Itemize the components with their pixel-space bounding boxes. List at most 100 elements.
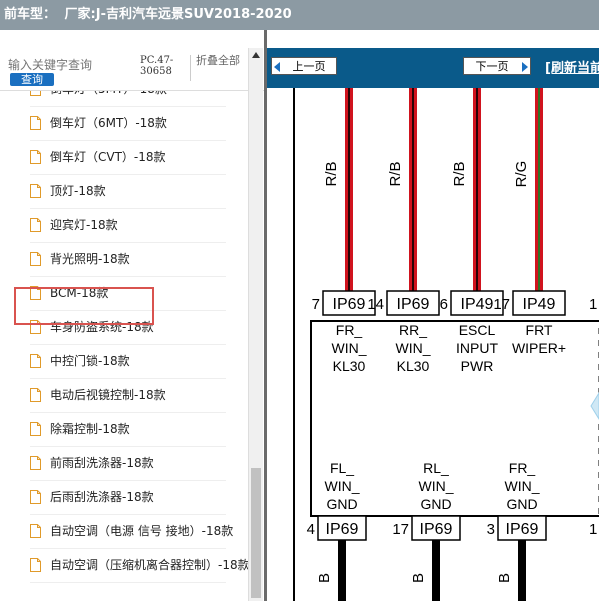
document-icon (30, 490, 41, 504)
next-page-label: 下一页 (475, 60, 509, 73)
signal-label: GND (420, 496, 451, 512)
tree-item-label: 倒车灯（6MT）-18款 (50, 116, 167, 130)
wire-color-code: R/G (513, 161, 530, 188)
left-panel: 查询 PC.47-30658 折叠全部 倒车灯（5MT）-18款倒车灯（6MT）… (0, 30, 264, 601)
tree-item-label: 倒车灯（5MT）-18款 (50, 91, 167, 106)
next-page-button[interactable]: 下一页 (463, 57, 531, 75)
title-bar: 前车型： 厂家:J-吉利汽车远景SUV2018-2020 (0, 0, 599, 30)
tree-item-label: 倒车灯（CVT）-18款 (50, 150, 166, 164)
wire (518, 540, 526, 601)
pin-number: 17 (493, 296, 510, 313)
tree-item[interactable]: 自动空调（电源 信号 接地）-18款 (30, 514, 248, 548)
search-input[interactable] (8, 57, 134, 73)
wire-stripe (538, 88, 540, 291)
document-icon (30, 252, 41, 266)
connector-id: IP69 (506, 521, 539, 538)
signal-label: FL_ (330, 460, 354, 476)
wire (432, 540, 440, 601)
document-icon (30, 456, 41, 470)
document-icon (30, 354, 41, 368)
scroll-up-arrow-icon[interactable] (252, 52, 260, 58)
left-scrollbar[interactable] (248, 48, 263, 601)
document-icon (30, 422, 41, 436)
tree-item[interactable]: 倒车灯（5MT）-18款 (30, 91, 248, 106)
tree-item-label: 中控门锁-18款 (50, 354, 130, 368)
document-icon (30, 558, 41, 572)
refresh-link[interactable]: [刷新当前 (545, 57, 599, 76)
signal-label: PWR (461, 358, 494, 374)
tree-item-label: 电动后视镜控制-18款 (50, 388, 166, 402)
signal-label: FR_ (336, 322, 363, 338)
tree-item[interactable]: 电动后视镜控制-18款 (30, 378, 248, 412)
tree-item[interactable]: 倒车灯（CVT）-18款 (30, 140, 248, 174)
pin-number: 14 (367, 296, 384, 313)
tree-divider (30, 582, 226, 583)
tree-item[interactable]: 倒车灯（6MT）-18款 (30, 106, 248, 140)
signal-label: INPUT (456, 340, 498, 356)
signal-label: WIN_ (325, 478, 360, 494)
tree-item[interactable]: 背光照明-18款 (30, 242, 248, 276)
tree-item[interactable]: 中控门锁-18款 (30, 344, 248, 378)
collapse-all-button[interactable]: 折叠全部 (196, 55, 240, 67)
document-icon (30, 150, 41, 164)
selected-item-highlight (14, 287, 154, 325)
pin-number: 7 (312, 296, 320, 313)
tree-item-label: 背光照明-18款 (50, 252, 130, 266)
document-icon (30, 388, 41, 402)
document-icon (30, 218, 41, 232)
tree-item[interactable]: 顶灯-18款 (30, 174, 248, 208)
pc-code: PC.47-30658 (140, 55, 174, 77)
pin-number: 1 (589, 521, 597, 538)
signal-label: WIN_ (419, 478, 454, 494)
connector-id: IP69 (333, 296, 366, 313)
signal-label: FRT (526, 322, 553, 338)
pin-number: 4 (307, 521, 315, 538)
prev-page-button[interactable]: 上一页 (271, 57, 337, 75)
decor-shape (590, 392, 599, 420)
tree-item-label: 自动空调（电源 信号 接地）-18款 (50, 524, 234, 538)
tree-item[interactable]: 迎宾灯-18款 (30, 208, 248, 242)
pin-number: 17 (392, 521, 409, 538)
left-arrow-icon (274, 62, 280, 72)
search-area: 查询 PC.47-30658 折叠全部 (0, 30, 264, 91)
prev-page-label: 上一页 (292, 60, 326, 73)
circuit-tree: 倒车灯（5MT）-18款倒车灯（6MT）-18款倒车灯（CVT）-18款顶灯-1… (0, 91, 248, 601)
separator (190, 55, 191, 81)
connector-id: IP49 (523, 296, 556, 313)
tree-item-label: 前雨刮洗涤器-18款 (50, 456, 154, 470)
signal-label: WIPER+ (512, 340, 566, 356)
pin-number: 3 (487, 521, 495, 538)
wire-color-code: B (496, 573, 513, 583)
signal-label: GND (326, 496, 357, 512)
wire-color-code: B (410, 573, 427, 583)
wiring-diagram[interactable]: R/B IP69 7 FR_ WIN_ KL30 R/B IP69 14 RR_ WIN_ KL30 R… (267, 88, 599, 601)
wire-color-code: R/B (451, 161, 468, 186)
document-icon (30, 91, 41, 96)
document-icon (30, 184, 41, 198)
connector-id: IP69 (397, 296, 430, 313)
wiring-diagram-svg: R/BIP697FR_WIN_KL30R/BIP6914RR_WIN_KL30R… (293, 88, 599, 601)
connector-id: IP69 (420, 521, 453, 538)
tree-item[interactable]: 前雨刮洗涤器-18款 (30, 446, 248, 480)
document-icon (30, 116, 41, 130)
tree-item-label: 迎宾灯-18款 (50, 218, 118, 232)
search-button[interactable]: 查询 (10, 73, 54, 86)
vehicle-prefix: 前车型： (4, 7, 57, 22)
pin-number: 1 (589, 296, 597, 313)
page-nav-bar: 上一页 下一页 [刷新当前 (267, 48, 599, 88)
signal-label: ESCL (459, 322, 496, 338)
signal-label: GND (506, 496, 537, 512)
scrollbar-thumb[interactable] (251, 468, 261, 598)
signal-label: KL30 (397, 358, 430, 374)
tree-item[interactable]: 除霜控制-18款 (30, 412, 248, 446)
tree-item[interactable]: 后雨刮洗涤器-18款 (30, 480, 248, 514)
wire (338, 540, 346, 601)
tree-item[interactable]: 自动空调（压缩机离合器控制）-18款 (30, 548, 248, 582)
signal-label: FR_ (509, 460, 536, 476)
signal-label: WIN_ (396, 340, 431, 356)
wire-stripe (348, 88, 350, 291)
diagram-panel: 上一页 下一页 [刷新当前 R/B IP69 7 FR_ WIN_ KL30 R/B IP69… (264, 30, 599, 601)
document-icon (30, 524, 41, 538)
wire-color-code: R/B (387, 161, 404, 186)
signal-label: RL_ (423, 460, 449, 476)
